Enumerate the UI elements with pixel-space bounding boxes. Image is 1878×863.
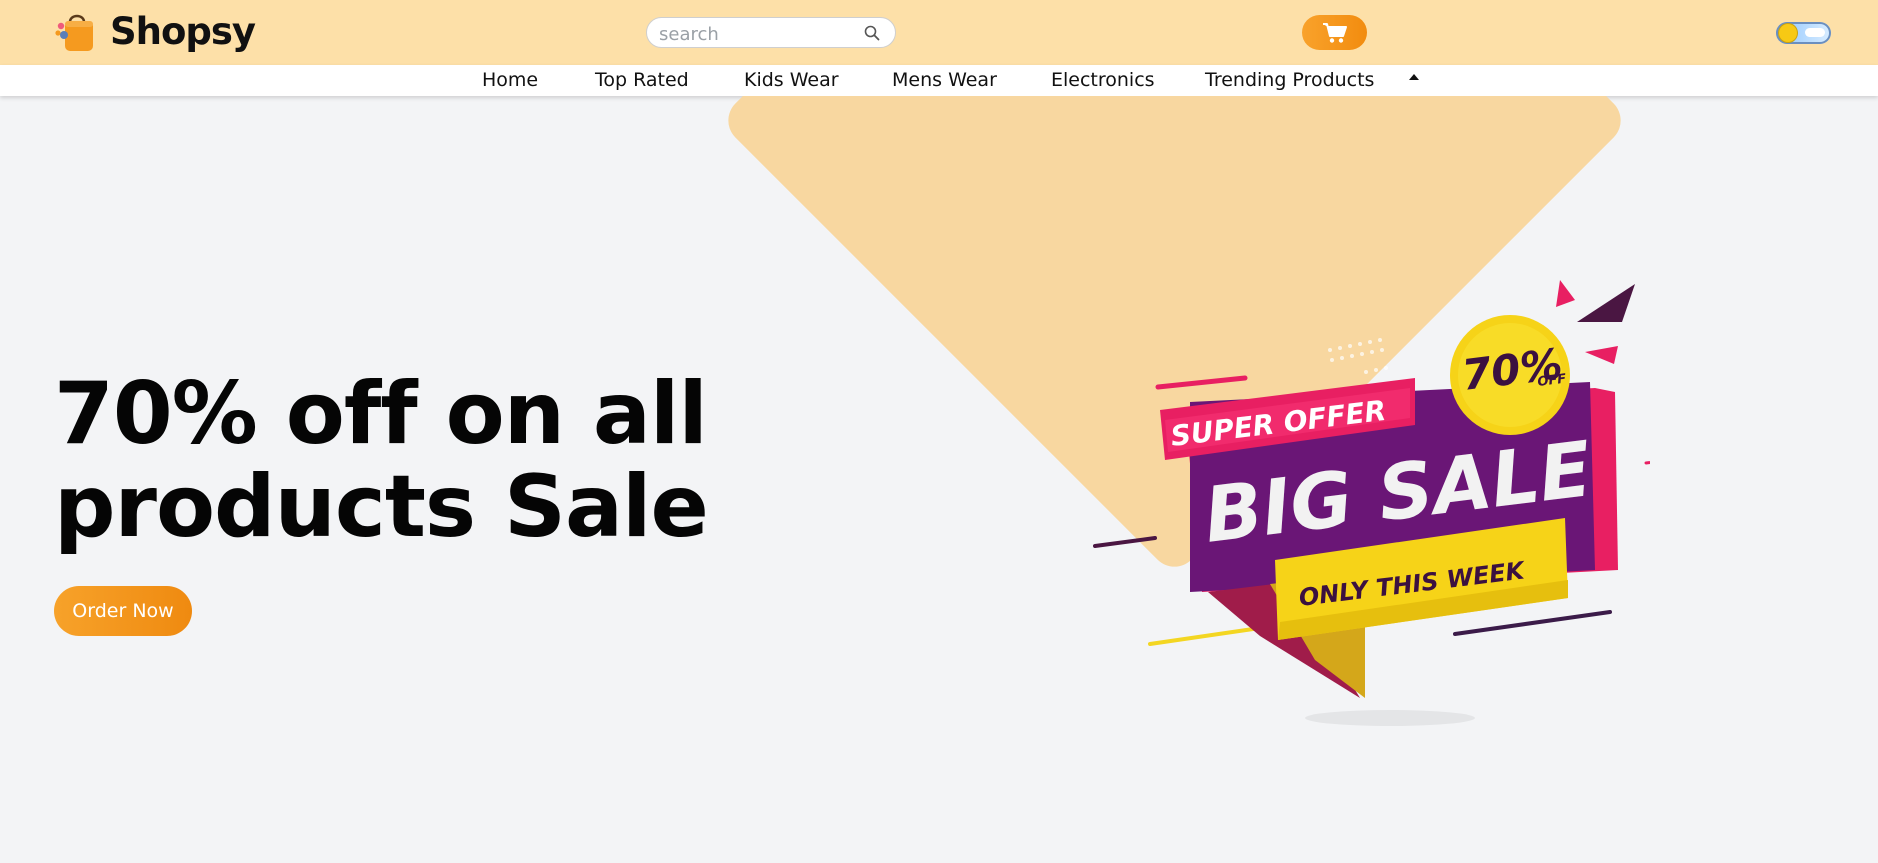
theme-toggle[interactable] [1776, 22, 1831, 44]
shopping-bag-icon [55, 14, 93, 51]
hero-title-line-1: 70% off on all [54, 364, 708, 464]
brand-name: Shopsy [110, 10, 256, 53]
search-icon[interactable] [864, 25, 880, 41]
hero-title: 70% off on all products Sale [54, 368, 754, 554]
cart-button[interactable] [1302, 15, 1367, 50]
cart-icon [1323, 23, 1347, 43]
order-now-button[interactable]: Order Now [54, 586, 192, 636]
nav-item-kids-wear[interactable]: Kids Wear [744, 69, 839, 91]
hero-title-line-2: products Sale [54, 457, 709, 557]
top-header: Shopsy [0, 0, 1878, 65]
nav-item-mens-wear[interactable]: Mens Wear [892, 69, 997, 91]
sale-banner-image: SUPER OFFER BIG SALE ONLY THIS WEEK 70% … [1093, 280, 1650, 726]
search-input[interactable] [657, 21, 861, 47]
nav-item-trending-products[interactable]: Trending Products [1205, 69, 1374, 91]
nav-item-home[interactable]: Home [482, 69, 538, 91]
search-bar[interactable] [646, 17, 896, 48]
sun-icon [1779, 24, 1797, 42]
caret-up-icon[interactable] [1408, 72, 1420, 81]
nav-item-top-rated[interactable]: Top Rated [595, 69, 689, 91]
nav-item-electronics[interactable]: Electronics [1051, 69, 1155, 91]
main-nav: Home Top Rated Kids Wear Mens Wear Elect… [0, 65, 1878, 96]
brand-logo[interactable]: Shopsy [54, 8, 256, 56]
cloud-icon [1805, 28, 1825, 37]
